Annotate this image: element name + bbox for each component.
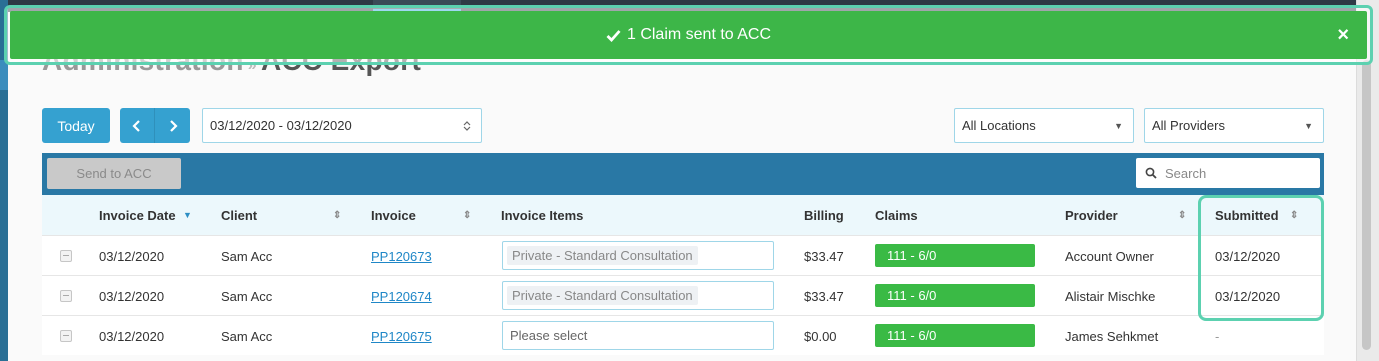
row-checkbox[interactable] [60,276,72,316]
table-header: Invoice Date ▼ Client ⇕ Invoice ⇕ Invoic… [42,195,1324,235]
table-row: 03/12/2020 Sam Acc PP120673 Private - St… [42,235,1324,275]
cell-provider: Account Owner [1065,248,1154,264]
row-checkbox[interactable] [60,236,72,276]
location-select[interactable]: All Locations ▼ [954,108,1134,143]
date-range-value: 03/12/2020 - 03/12/2020 [210,118,352,133]
header-invoice-items: Invoice Items [501,207,584,223]
header-invoice-date[interactable]: Invoice Date [99,195,176,235]
cell-invoice-date: 03/12/2020 [99,328,165,344]
scrollbar-thumb[interactable] [1362,60,1371,350]
cell-invoice-date: 03/12/2020 [99,288,165,304]
cell-invoice: PP120675 [371,316,432,356]
previous-date-button[interactable] [120,108,155,143]
sort-icon[interactable]: ⇕ [333,195,341,235]
cell-billing: $33.47 [804,248,844,264]
cell-invoice-date: 03/12/2020 [99,248,165,264]
table-row: 03/12/2020 Sam Acc PP120674 Private - St… [42,275,1324,315]
sort-icon[interactable]: ⇕ [1290,195,1298,235]
cell-invoice: PP120673 [371,236,432,276]
chevron-right-icon [169,119,178,132]
success-banner: 1 Claim sent to ACC × [4,5,1373,65]
cell-submitted: 03/12/2020 [1215,288,1281,304]
invoice-items-select[interactable]: Private - Standard Consultation [502,241,774,270]
search-placeholder: Search [1165,165,1207,181]
sort-icon[interactable]: ⇕ [1178,195,1186,235]
claims-table: Invoice Date ▼ Client ⇕ Invoice ⇕ Invoic… [42,195,1324,355]
cell-provider: James Sehkmet [1065,328,1159,344]
provider-select[interactable]: All Providers ▼ [1144,108,1324,143]
cell-invoice: PP120674 [371,276,432,316]
header-billing: Billing [804,207,844,223]
table-toolbar: Send to ACC Search [42,153,1324,195]
header-client[interactable]: Client [221,195,257,235]
header-submitted[interactable]: Submitted [1215,195,1279,235]
close-banner-button[interactable]: × [1337,11,1349,59]
search-input[interactable]: Search [1136,158,1320,188]
cell-billing: $0.00 [804,328,837,344]
claim-badge[interactable]: 111 - 6/0 [875,284,1035,307]
search-icon [1145,167,1157,179]
cell-submitted: 03/12/2020 [1215,248,1281,264]
provider-select-value: All Providers [1152,118,1225,133]
header-invoice[interactable]: Invoice [371,195,416,235]
dropdown-caret-icon: ▼ [1304,120,1313,131]
claim-badge[interactable]: 111 - 6/0 [875,244,1035,267]
location-select-value: All Locations [962,118,1036,133]
cell-client: Sam Acc [221,288,273,304]
header-claims: Claims [875,207,918,223]
claim-badge[interactable]: 111 - 6/0 [875,324,1035,347]
success-message: 1 Claim sent to ACC [626,26,772,43]
chevron-left-icon [132,119,140,132]
cell-billing: $33.47 [804,288,844,304]
invoice-items-placeholder: Please select [510,328,588,343]
today-button[interactable]: Today [42,108,110,143]
cell-submitted: - [1215,328,1220,344]
header-provider[interactable]: Provider [1065,195,1118,235]
table-row: 03/12/2020 Sam Acc PP120675 Please selec… [42,315,1324,355]
invoice-items-select[interactable]: Please select [502,321,774,350]
cell-client: Sam Acc [221,248,273,264]
success-banner-body: 1 Claim sent to ACC × [10,11,1367,59]
invoice-item-tag: Private - Standard Consultation [507,246,698,265]
date-range-picker[interactable]: 03/12/2020 - 03/12/2020 [202,108,482,143]
checkmark-icon [606,29,621,42]
cell-provider: Alistair Mischke [1065,288,1156,304]
send-to-acc-button[interactable]: Send to ACC [47,158,181,189]
row-checkbox[interactable] [60,316,72,356]
up-down-caret-icon [463,109,471,142]
invoice-item-tag: Private - Standard Consultation [507,286,698,305]
cell-client: Sam Acc [221,328,273,344]
invoice-link[interactable]: PP120675 [371,329,432,344]
invoice-items-select[interactable]: Private - Standard Consultation [502,281,774,310]
sort-icon[interactable]: ⇕ [463,195,471,235]
invoice-link[interactable]: PP120673 [371,249,432,264]
dropdown-caret-icon: ▼ [1114,120,1123,131]
sort-desc-icon[interactable]: ▼ [183,195,192,235]
next-date-button[interactable] [155,108,190,143]
invoice-link[interactable]: PP120674 [371,289,432,304]
